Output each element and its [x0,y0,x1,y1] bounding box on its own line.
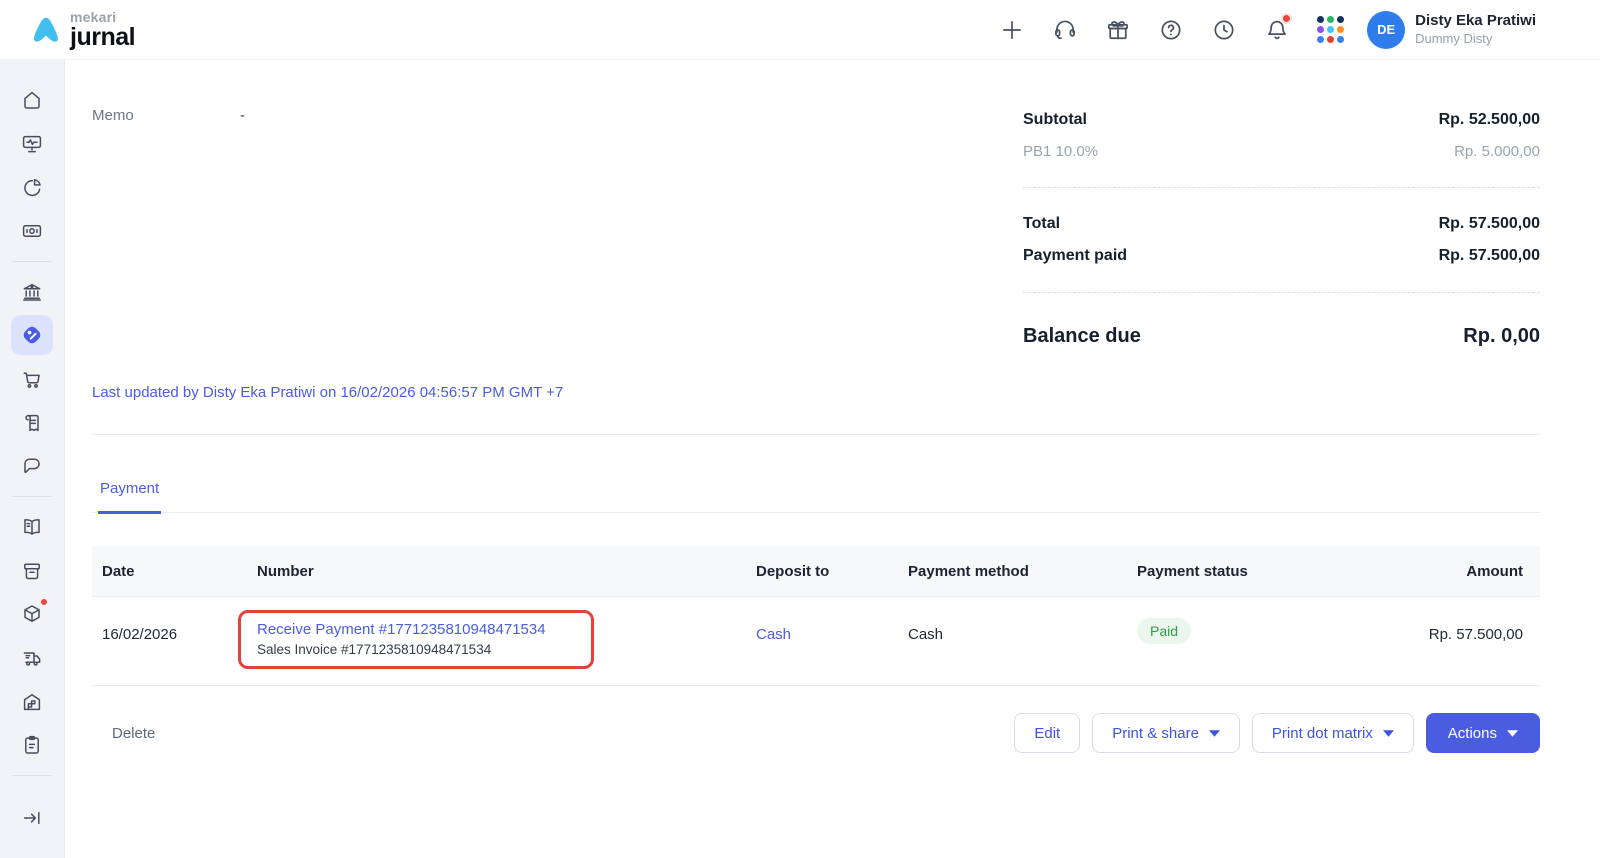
payment-paid-label: Payment paid [1023,247,1127,265]
annotation-highlight-box: Receive Payment #1771235810948471534 Sal… [238,610,594,669]
actions-button-label: Actions [1448,725,1497,742]
tab-payment[interactable]: Payment [98,472,161,514]
sidebar-item-audit[interactable] [11,725,53,765]
user-name: Disty Eka Pratiwi [1415,11,1536,31]
payment-table: Date Number Deposit to Payment method Pa… [92,546,1540,686]
user-menu[interactable]: DE Disty Eka Pratiwi Dummy Disty [1367,11,1536,49]
user-subtitle: Dummy Disty [1415,31,1536,48]
dashed-divider [1023,292,1540,293]
col-header-payment-method: Payment method [908,563,1137,580]
totals-panel: Subtotal Rp. 52.500,00 PB1 10.0% Rp. 5.0… [1023,104,1540,355]
plus-icon[interactable] [998,16,1026,44]
deposit-to-link[interactable]: Cash [756,626,791,643]
sidebar-item-products[interactable] [11,594,53,634]
payment-method-value: Cash [908,609,1137,669]
notification-dot [1281,13,1292,24]
status-badge: Paid [1137,618,1191,644]
chevron-down-icon [1507,730,1518,737]
print-dot-matrix-label: Print dot matrix [1272,725,1373,742]
bell-icon[interactable] [1263,16,1291,44]
sidebar-item-reports[interactable] [11,167,53,207]
table-header: Date Number Deposit to Payment method Pa… [92,546,1540,596]
sidebar [0,60,65,858]
mekari-logo-icon [28,12,64,48]
footer-actions: Delete Edit Print & share Print dot matr… [92,713,1540,753]
sidebar-item-home[interactable] [11,80,53,120]
print-dot-matrix-button[interactable]: Print dot matrix [1252,713,1414,753]
sidebar-divider [12,261,52,262]
total-value: Rp. 57.500,00 [1439,215,1540,233]
amount-value: Rp. 57.500,00 [1377,609,1540,669]
sidebar-item-purchases[interactable] [11,359,53,399]
sidebar-item-cash[interactable] [11,211,53,251]
section-divider [92,434,1540,435]
apps-grid-icon[interactable] [1316,16,1344,44]
print-share-label: Print & share [1112,725,1199,742]
memo-row: Memo - [92,104,245,124]
table-row: 16/02/2026 Receive Payment #177123581094… [92,596,1540,686]
sidebar-divider [12,775,52,776]
sidebar-item-deliveries[interactable] [11,638,53,678]
products-badge [39,597,49,607]
subtotal-label: Subtotal [1023,111,1087,129]
tabs-bar: Payment [92,472,1540,513]
mekari-jurnal-logo[interactable]: mekari jurnal [28,10,135,50]
chevron-down-icon [1209,730,1220,737]
memo-label: Memo [92,107,240,124]
clock-icon[interactable] [1210,16,1238,44]
main-content: Memo - Subtotal Rp. 52.500,00 PB1 10.0% … [65,60,1600,858]
sidebar-item-expenses[interactable] [11,403,53,443]
sidebar-item-warehouse[interactable] [11,682,53,722]
row-date: 16/02/2026 [92,609,257,669]
col-header-amount: Amount [1377,563,1540,580]
col-header-payment-status: Payment status [1137,563,1377,580]
delete-button[interactable]: Delete [112,725,155,742]
headset-icon[interactable] [1051,16,1079,44]
avatar: DE [1367,11,1405,49]
total-label: Total [1023,215,1060,233]
top-header: mekari jurnal [0,0,1600,60]
last-updated-link[interactable]: Last updated by Disty Eka Pratiwi on 16/… [92,384,563,401]
collapse-sidebar-icon[interactable] [11,798,53,838]
brand-jurnal: jurnal [70,25,135,50]
gift-icon[interactable] [1104,16,1132,44]
print-share-button[interactable]: Print & share [1092,713,1240,753]
sidebar-item-sales[interactable] [11,315,53,355]
sidebar-item-dashboard[interactable] [11,124,53,164]
col-header-number: Number [257,563,756,580]
sidebar-item-ledger[interactable] [11,507,53,547]
subtotal-value: Rp. 52.500,00 [1439,111,1540,129]
memo-value: - [240,107,245,124]
help-icon[interactable] [1157,16,1185,44]
col-header-deposit-to: Deposit to [756,563,908,580]
tax-value: Rp. 5.000,00 [1454,143,1540,160]
sales-invoice-ref: Sales Invoice #1771235810948471534 [257,642,575,657]
edit-button[interactable]: Edit [1014,713,1080,753]
receive-payment-link[interactable]: Receive Payment #1771235810948471534 [257,621,575,638]
sidebar-item-bank[interactable] [11,272,53,312]
chevron-down-icon [1383,730,1394,737]
tax-label: PB1 10.0% [1023,143,1098,160]
sidebar-item-chat[interactable] [11,446,53,486]
edit-button-label: Edit [1034,725,1060,742]
sidebar-item-assets[interactable] [11,551,53,591]
sidebar-divider [12,496,52,497]
actions-button[interactable]: Actions [1426,713,1540,753]
balance-due-value: Rp. 0,00 [1463,325,1540,348]
col-header-date: Date [92,563,257,580]
dashed-divider [1023,187,1540,188]
balance-due-label: Balance due [1023,325,1141,348]
brand-mekari: mekari [70,10,135,24]
payment-paid-value: Rp. 57.500,00 [1439,247,1540,265]
